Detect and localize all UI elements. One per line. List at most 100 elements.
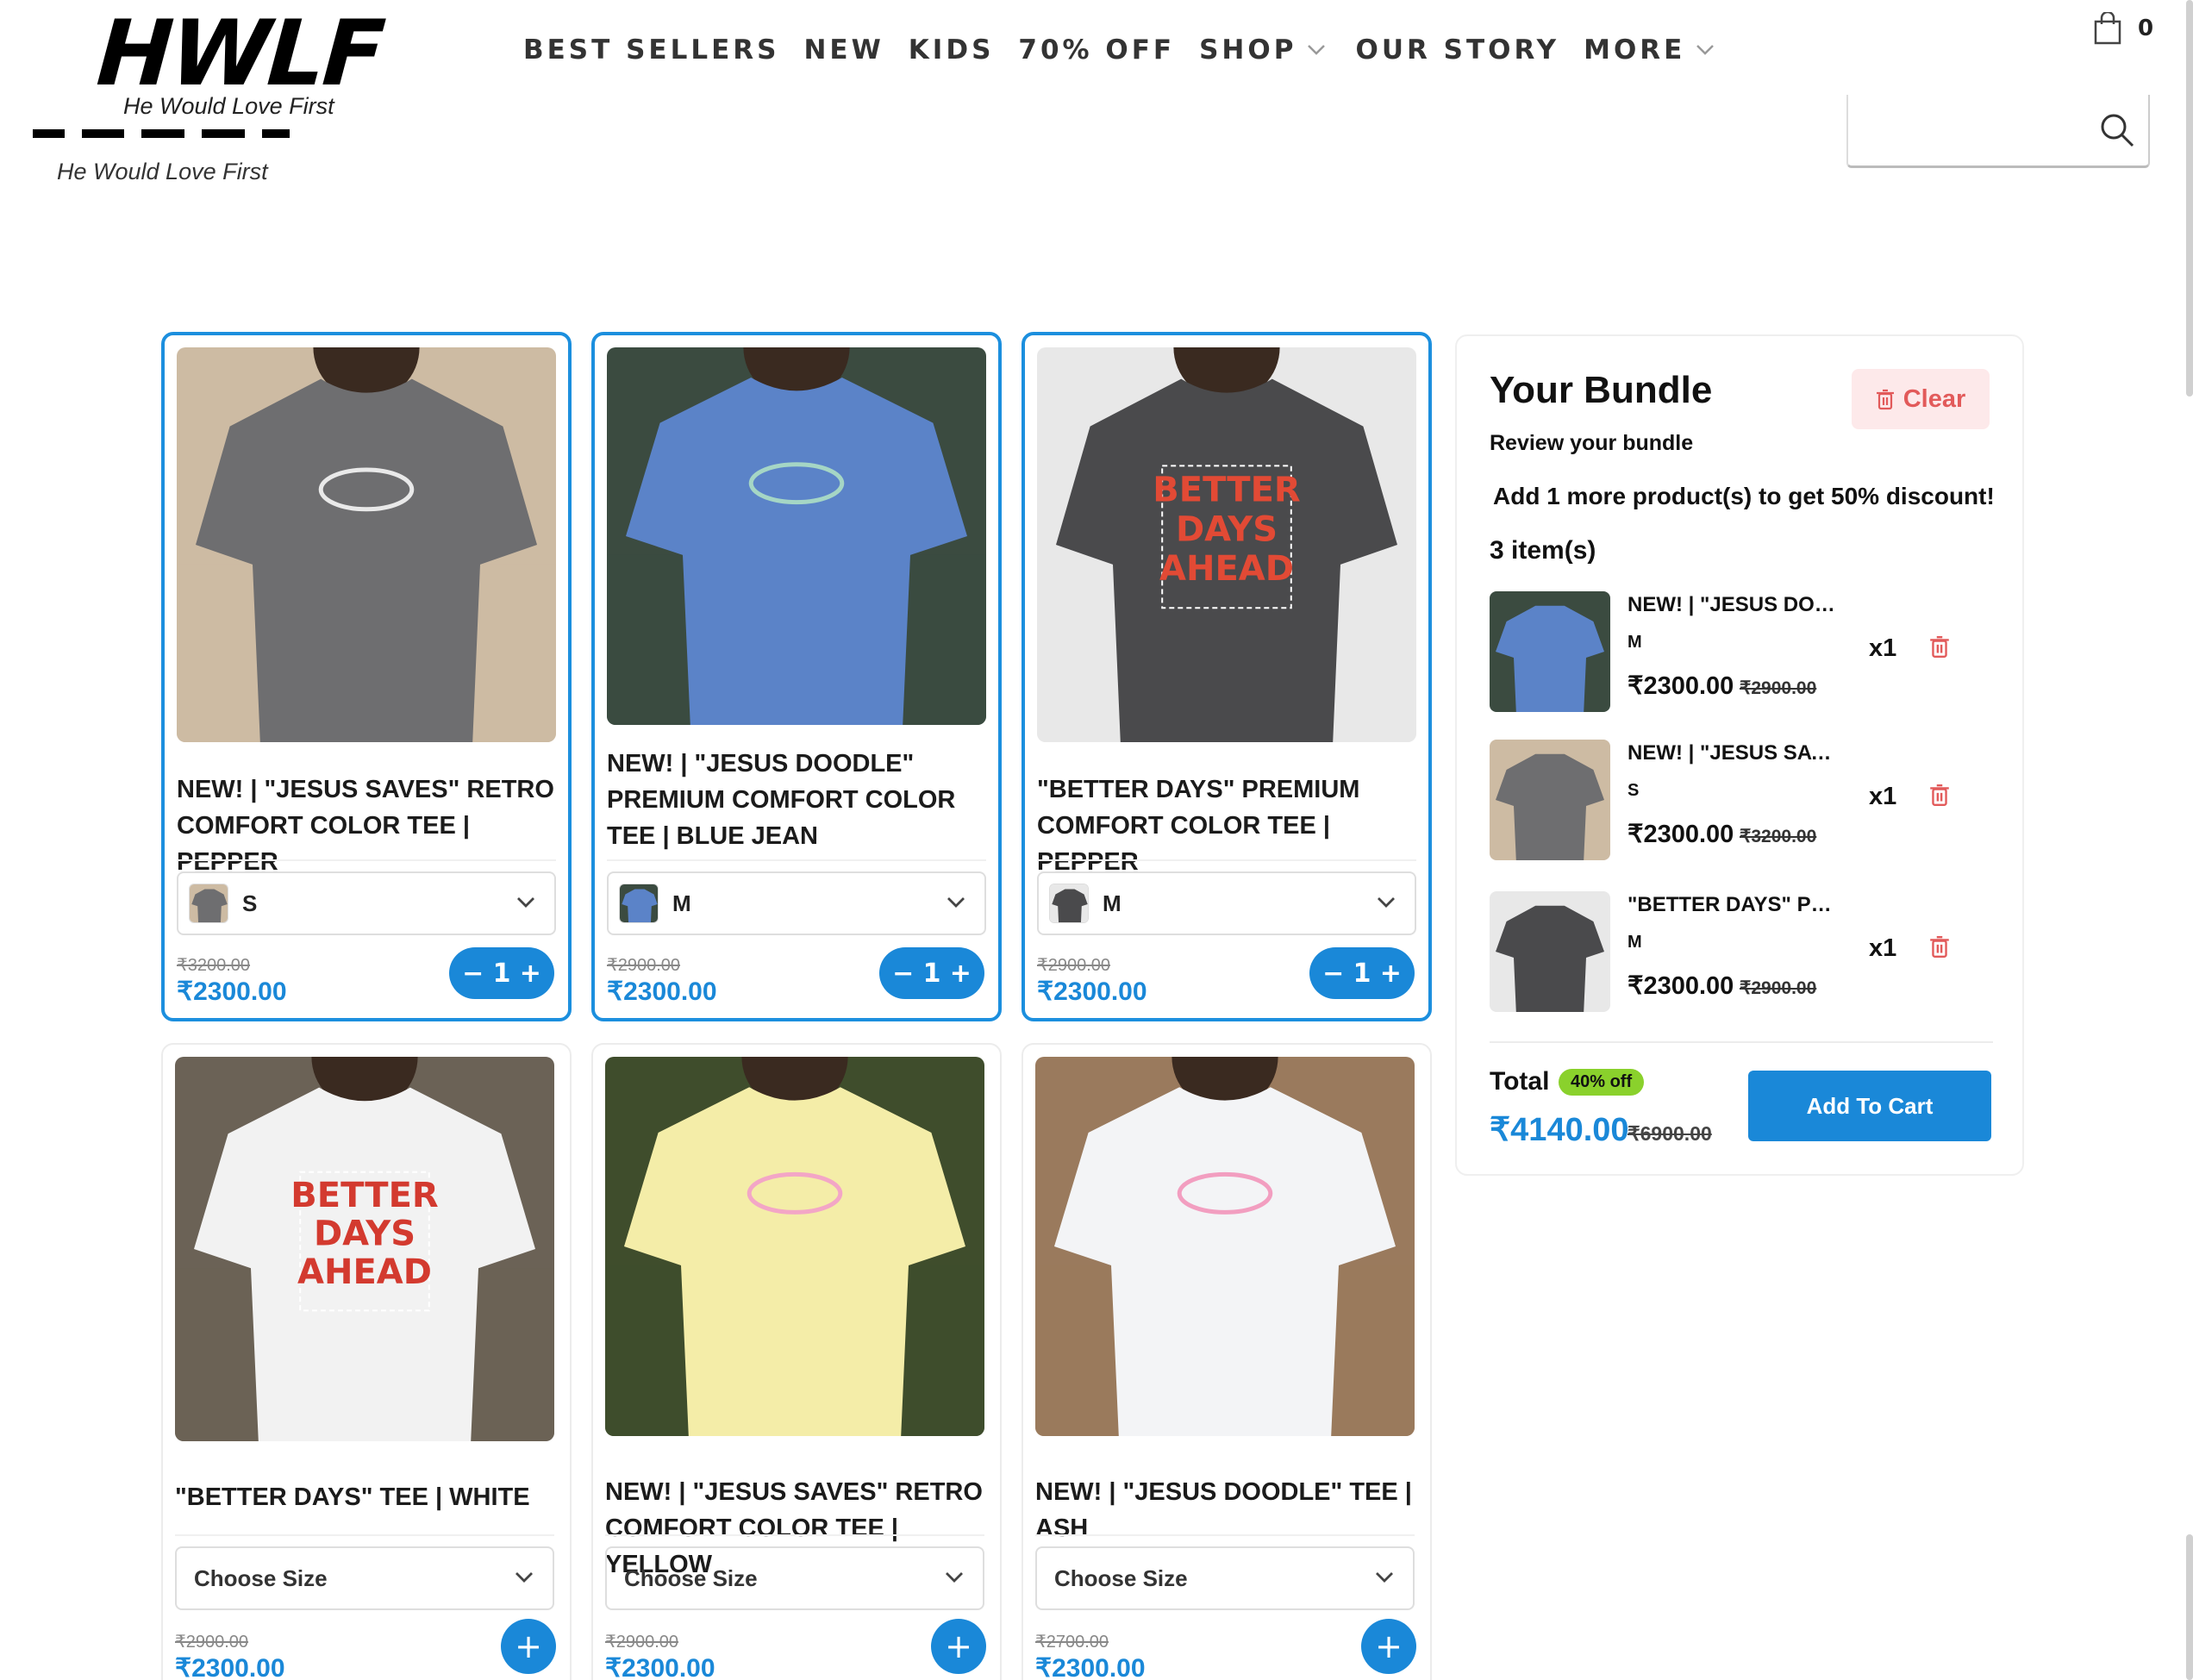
bundle-item-original-price: ₹2900.00 [1740, 678, 1817, 698]
bundle-item-quantity: x1 [1869, 934, 1897, 962]
nav-kids[interactable]: KIDS [909, 34, 995, 66]
decrease-button[interactable]: − [892, 959, 914, 989]
divider [1490, 1041, 1993, 1043]
nav-more[interactable]: MORE [1584, 34, 1720, 66]
svg-text:DAYS: DAYS [314, 1215, 415, 1254]
size-select[interactable]: S [177, 871, 556, 935]
size-placeholder: Choose Size [194, 1564, 328, 1591]
variant-thumbnail [1049, 884, 1089, 923]
chevron-down-icon [1696, 45, 1715, 55]
size-select[interactable]: M [607, 871, 986, 935]
product-image[interactable] [607, 347, 986, 725]
svg-text:DAYS: DAYS [1176, 509, 1278, 549]
page-scrollbar-lower[interactable] [2186, 1534, 2193, 1680]
search-icon[interactable] [2099, 112, 2135, 148]
svg-text:BETTER: BETTER [1153, 471, 1300, 510]
quantity-stepper[interactable]: − 1 + [1309, 947, 1415, 999]
nav-our-story[interactable]: OUR STORY [1355, 34, 1559, 66]
trash-icon [1876, 389, 1894, 410]
site-logo[interactable]: HWLF He Would Love First [94, 1, 386, 120]
variant-thumbnail [619, 884, 659, 923]
original-price: ₹2700.00 [1035, 1633, 1109, 1652]
nav-best-sellers[interactable]: BEST SELLERS [523, 34, 779, 66]
size-select[interactable]: Choose Size [175, 1546, 554, 1610]
product-image[interactable] [1035, 1057, 1415, 1436]
increase-button[interactable]: + [520, 959, 541, 989]
bundle-item: NEW! | "JESUS DOO... M ₹2300.00 ₹2900.00… [1490, 591, 1972, 712]
product-card[interactable]: BETTER DAYS AHEAD "BETTER DAYS" PREMIUM CO… [1022, 332, 1432, 1021]
nav-more-label: MORE [1584, 34, 1686, 66]
add-to-cart-button[interactable]: Add To Cart [1748, 1071, 1991, 1141]
chevron-down-icon [515, 1572, 533, 1583]
svg-text:BETTER: BETTER [291, 1176, 438, 1215]
original-price: ₹2900.00 [175, 1633, 249, 1652]
size-placeholder: Choose Size [624, 1564, 758, 1591]
trash-icon[interactable] [1929, 934, 1950, 959]
nav-new[interactable]: NEW [803, 34, 884, 66]
product-card[interactable]: NEW! | "JESUS DOODLE" PREMIUM COMFORT CO… [591, 332, 1002, 1021]
product-card[interactable]: NEW! | "JESUS SAVES" RETRO COMFORT COLOR… [591, 1043, 1002, 1680]
product-image[interactable] [177, 347, 556, 742]
nav-shop[interactable]: SHOP [1199, 34, 1331, 66]
quantity-value: 1 [922, 958, 941, 989]
increase-button[interactable]: + [950, 959, 972, 989]
add-product-button[interactable]: + [931, 1619, 986, 1674]
total-price: ₹4140.00 [1490, 1112, 1629, 1148]
add-product-button[interactable]: + [1361, 1619, 1416, 1674]
original-price: ₹2900.00 [607, 956, 681, 975]
size-select[interactable]: M [1037, 871, 1416, 935]
sale-price: ₹2300.00 [605, 1654, 715, 1680]
bundle-item-size: S [1628, 781, 1640, 800]
bundle-item-name: NEW! | "JESUS SAVE... [1628, 741, 1843, 765]
product-title[interactable]: NEW! | "JESUS SAVES" RETRO COMFORT COLOR… [177, 771, 565, 880]
chevron-down-icon [1378, 897, 1395, 908]
product-card[interactable]: BETTER DAYS AHEAD "BETTER DAYS" TEE | WHIT… [161, 1043, 572, 1680]
bundle-item-thumbnail [1490, 740, 1610, 860]
product-card[interactable]: NEW! | "JESUS SAVES" RETRO COMFORT COLOR… [161, 332, 572, 1021]
selected-size: M [672, 890, 691, 916]
product-title[interactable]: "BETTER DAYS" PREMIUM COMFORT COLOR TEE … [1037, 771, 1425, 880]
divider [607, 859, 986, 861]
trash-icon[interactable] [1929, 783, 1950, 807]
logo-fragment [33, 129, 290, 138]
product-card[interactable]: NEW! | "JESUS DOODLE" TEE | ASH Choose S… [1022, 1043, 1432, 1680]
bundle-item-count: 3 item(s) [1490, 536, 1596, 565]
size-select[interactable]: Choose Size [1035, 1546, 1415, 1610]
bundle-item-price: ₹2300.00 [1628, 972, 1734, 1000]
product-image[interactable] [605, 1057, 984, 1436]
main-nav: BEST SELLERS NEW KIDS 70% OFF SHOP OUR S… [523, 34, 1744, 66]
size-placeholder: Choose Size [1054, 1564, 1188, 1591]
decrease-button[interactable]: − [462, 959, 484, 989]
sale-price: ₹2300.00 [175, 1654, 285, 1680]
original-price: ₹2900.00 [1037, 956, 1111, 975]
nav-70-off[interactable]: 70% OFF [1018, 34, 1175, 66]
sale-price: ₹2300.00 [1037, 977, 1147, 1006]
page-scrollbar[interactable] [2186, 0, 2193, 397]
chevron-down-icon [946, 1572, 963, 1583]
sale-price: ₹2300.00 [1035, 1654, 1146, 1680]
logo-duplicate: He Would Love First [31, 129, 290, 185]
add-product-button[interactable]: + [501, 1619, 556, 1674]
decrease-button[interactable]: − [1322, 959, 1344, 989]
quantity-stepper[interactable]: − 1 + [449, 947, 554, 999]
svg-text:AHEAD: AHEAD [1159, 549, 1294, 589]
trash-icon[interactable] [1929, 634, 1950, 659]
divider [1037, 859, 1416, 861]
nav-shop-label: SHOP [1199, 34, 1297, 66]
bundle-item-name: "BETTER DAYS" PRE... [1628, 893, 1843, 916]
variant-thumbnail [189, 884, 228, 923]
bundle-item-size: M [1628, 633, 1642, 652]
quantity-stepper[interactable]: − 1 + [879, 947, 984, 999]
clear-bundle-button[interactable]: Clear [1852, 369, 1990, 429]
cart-count: 0 [2138, 16, 2154, 41]
increase-button[interactable]: + [1380, 959, 1402, 989]
product-image[interactable]: BETTER DAYS AHEAD [1037, 347, 1416, 742]
size-select[interactable]: Choose Size [605, 1546, 984, 1610]
bundle-panel: Your Bundle Clear Review your bundle Add… [1455, 334, 2024, 1176]
product-title[interactable]: NEW! | "JESUS DOODLE" PREMIUM COMFORT CO… [607, 746, 995, 854]
chevron-down-icon [1376, 1572, 1393, 1583]
divider [175, 1534, 554, 1536]
cart-button[interactable]: 0 [2093, 12, 2153, 45]
product-title[interactable]: "BETTER DAYS" TEE | WHITE [175, 1479, 563, 1515]
product-image[interactable]: BETTER DAYS AHEAD [175, 1057, 554, 1441]
